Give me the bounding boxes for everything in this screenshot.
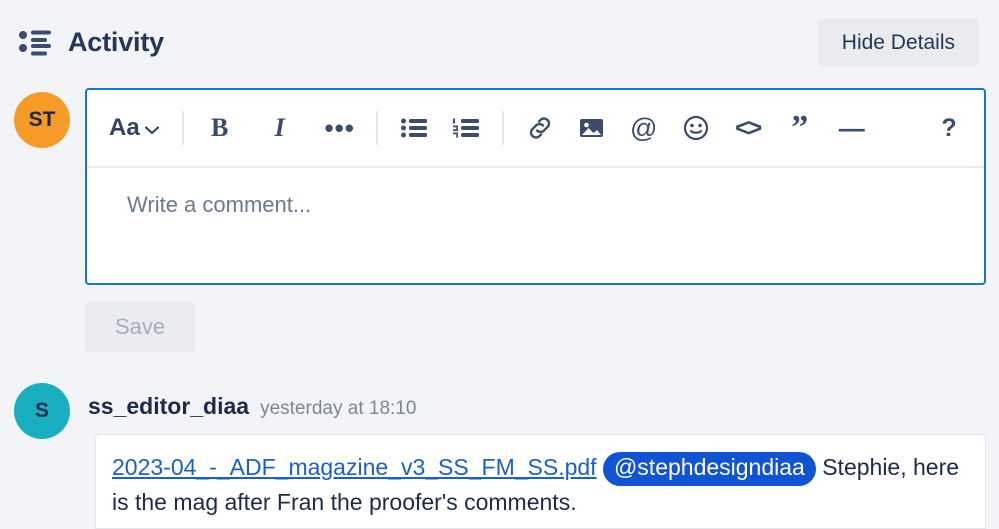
panel-header: Activity Hide Details bbox=[0, 0, 999, 84]
comment-header: ss_editor_diaa yesterday at 18:10 bbox=[88, 393, 416, 420]
avatar: ST bbox=[14, 92, 70, 148]
more-formatting-button[interactable]: ••• bbox=[323, 108, 357, 148]
comment-author: ss_editor_diaa bbox=[88, 393, 250, 419]
bold-button[interactable]: B bbox=[203, 108, 237, 148]
numbered-list-icon[interactable] bbox=[449, 108, 483, 148]
image-icon[interactable] bbox=[575, 108, 609, 148]
toolbar-divider bbox=[375, 111, 378, 145]
emoji-icon[interactable] bbox=[679, 108, 713, 148]
font-style-button[interactable]: Aa bbox=[109, 108, 159, 148]
toolbar-divider bbox=[501, 111, 504, 145]
font-style-label: Aa bbox=[109, 114, 140, 141]
link-icon[interactable] bbox=[523, 108, 557, 148]
italic-button[interactable]: I bbox=[263, 108, 297, 148]
hide-details-button[interactable]: Hide Details bbox=[817, 18, 979, 66]
mention-icon[interactable]: @ bbox=[627, 108, 661, 148]
bullet-list-icon[interactable] bbox=[397, 108, 431, 148]
avatar: S bbox=[14, 383, 70, 439]
comment-body: 2023-04_-_ADF_magazine_v3_SS_FM_SS.pdf @… bbox=[95, 434, 986, 529]
comment-editor[interactable]: Aa B I ••• @ <> ” — ? Write a comment... bbox=[85, 88, 986, 285]
attachment-link[interactable]: 2023-04_-_ADF_magazine_v3_SS_FM_SS.pdf bbox=[112, 454, 597, 480]
editor-toolbar: Aa B I ••• @ <> ” — ? bbox=[87, 90, 984, 168]
mention-chip[interactable]: @stephdesigndiaa bbox=[602, 452, 816, 486]
quote-icon[interactable]: ” bbox=[783, 108, 817, 148]
save-button[interactable]: Save bbox=[85, 302, 196, 352]
page-title: Activity bbox=[68, 26, 164, 57]
comment-timestamp: yesterday at 18:10 bbox=[260, 398, 417, 419]
bulleted-list-icon bbox=[18, 27, 52, 57]
activity-panel: Activity Hide Details ST Aa B I ••• @ <>… bbox=[0, 0, 999, 529]
code-icon[interactable]: <> bbox=[731, 108, 765, 148]
toolbar-divider bbox=[181, 111, 184, 145]
horizontal-rule-icon[interactable]: — bbox=[835, 108, 869, 148]
comment-text-first-line: Stephie, bbox=[822, 454, 907, 480]
chevron-down-icon bbox=[144, 114, 159, 142]
help-icon[interactable]: ? bbox=[932, 108, 966, 148]
comment-input[interactable]: Write a comment... bbox=[87, 168, 984, 283]
